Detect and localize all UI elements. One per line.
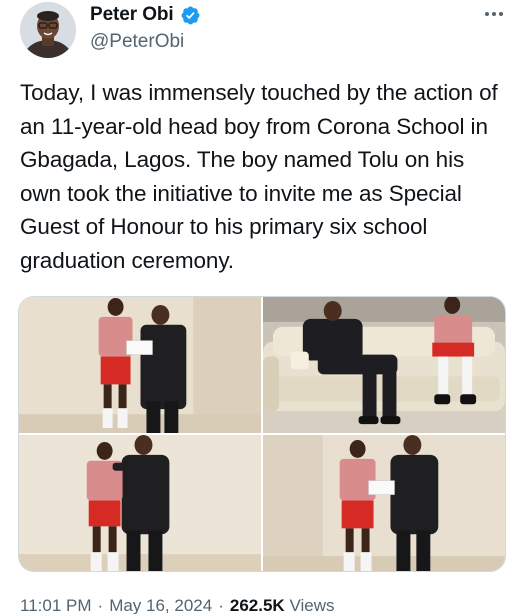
author-names: Peter Obi @PeterObi [90,2,201,53]
tweet-time[interactable]: 11:01 PM [20,596,92,614]
tweet-header: Peter Obi @PeterObi [16,0,512,60]
views-label: Views [289,596,335,614]
display-name[interactable]: Peter Obi [90,4,174,26]
meta-separator: · [97,596,104,614]
verified-badge-icon[interactable] [180,5,201,26]
photo-2[interactable] [263,297,505,433]
photo-3[interactable] [19,435,261,571]
author-handle[interactable]: @PeterObi [90,31,201,53]
tweet-text: Today, I was immensely touched by the ac… [20,80,498,273]
dot [499,12,503,16]
dot [485,12,489,16]
dot [492,12,496,16]
avatar[interactable] [20,2,76,58]
more-horizontal-icon[interactable] [480,4,508,24]
photo-1[interactable] [19,297,261,433]
tweet-meta: 11:01 PM · May 16, 2024 · 262.5K Views [20,596,334,614]
meta-separator: · [218,596,224,614]
media-grid [18,296,506,572]
views-count[interactable]: 262.5K [230,596,285,614]
tweet-date[interactable]: May 16, 2024 [109,596,212,614]
tweet-card: Peter Obi @PeterObi Today, I was immense… [0,0,528,614]
display-name-row: Peter Obi [90,2,201,28]
photo-4[interactable] [263,435,505,571]
